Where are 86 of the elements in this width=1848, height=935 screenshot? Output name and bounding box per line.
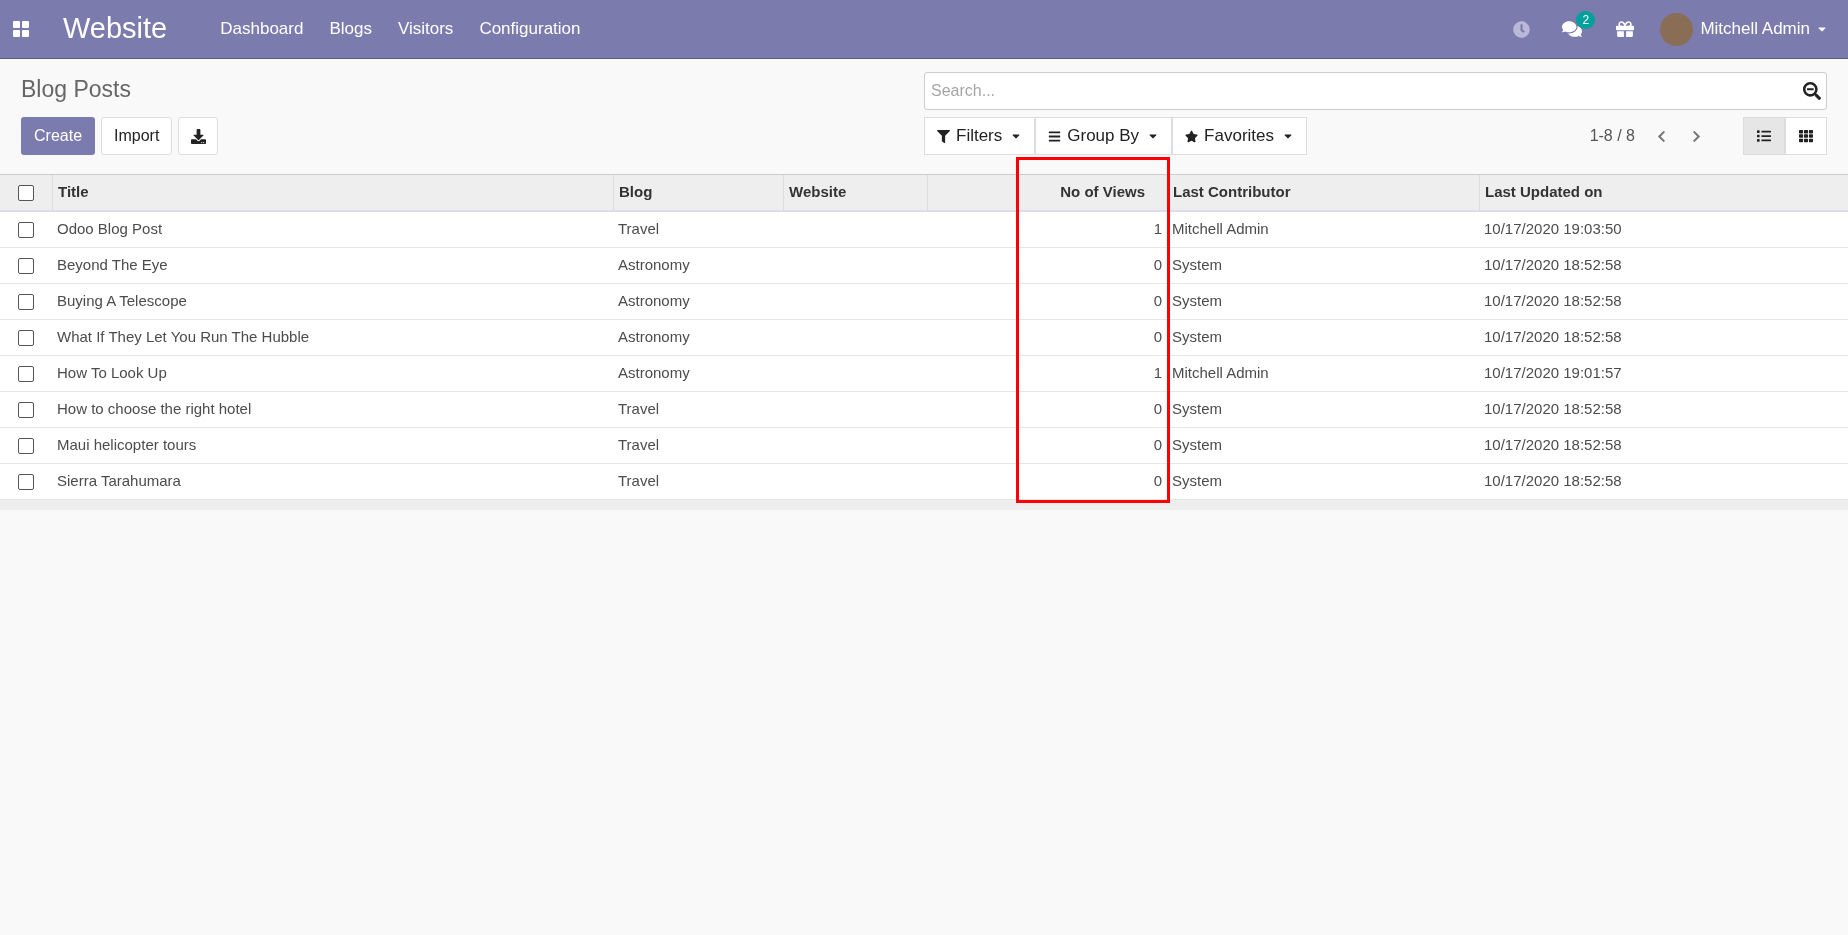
table-cell-text: 10/17/2020 19:03:50 <box>1484 219 1622 240</box>
menu-link[interactable]: Blogs <box>316 16 385 42</box>
table-cell-text: 1 <box>1153 363 1162 384</box>
table-cell-text: Buying A Telescope <box>57 291 187 312</box>
table-cell-text: Astronomy <box>618 291 690 312</box>
user-menu[interactable]: Mitchell Admin <box>1700 16 1828 42</box>
table-cell-text: 10/17/2020 18:52:58 <box>1484 255 1622 276</box>
filter-icon <box>937 129 950 143</box>
list-icon <box>1048 129 1062 143</box>
table-cell-text: Astronomy <box>618 327 690 348</box>
search-icon[interactable] <box>1803 82 1821 100</box>
table-cell-text: Mitchell Admin <box>1172 363 1269 384</box>
row-checkbox[interactable] <box>18 473 34 490</box>
table-cell-text: 1 <box>1153 219 1162 240</box>
table-cell-text: 0 <box>1153 255 1162 276</box>
table-cell-text: 10/17/2020 18:52:58 <box>1484 435 1622 456</box>
table-cell-text: Travel <box>618 399 660 420</box>
list-icon <box>1757 129 1771 143</box>
filter-dropdown[interactable]: Filters <box>924 117 1036 155</box>
previous-icon[interactable] <box>1655 129 1668 143</box>
table-cell-text: 0 <box>1153 327 1162 348</box>
pager-value: 1-8 / 8 <box>1589 126 1635 146</box>
grid-icon <box>1799 129 1813 143</box>
table-cell-text: How to choose the right hotel <box>57 399 252 420</box>
row-checkbox[interactable] <box>18 329 34 346</box>
table-cell-text: 0 <box>1153 399 1162 420</box>
column-header[interactable]: Title <box>58 181 89 204</box>
view-switch[interactable] <box>1743 117 1785 155</box>
select-all-checkbox[interactable] <box>18 184 34 201</box>
table-cell-text: 0 <box>1153 471 1162 492</box>
table-cell-text: Astronomy <box>618 363 690 384</box>
import-button[interactable]: Import <box>101 117 173 155</box>
table-cell-text: System <box>1172 399 1222 420</box>
chat-icon[interactable] <box>1562 19 1583 39</box>
star-icon <box>1185 129 1199 143</box>
gift-icon[interactable] <box>1616 20 1635 38</box>
avatar <box>1660 12 1694 46</box>
table-cell-text: System <box>1172 471 1222 492</box>
column-header[interactable]: Website <box>789 181 847 204</box>
page-title: Blog Posts <box>21 75 131 104</box>
table-cell-text: Travel <box>618 435 660 456</box>
menu-link[interactable]: Configuration <box>466 16 594 42</box>
table-cell-text: Sierra Tarahumara <box>57 471 181 492</box>
table-cell-text: Beyond The Eye <box>57 255 168 276</box>
table-cell-text: System <box>1172 435 1222 456</box>
column-header[interactable]: Blog <box>619 181 653 204</box>
table-cell-text: Mitchell Admin <box>1172 219 1269 240</box>
message-count-badge: 2 <box>1576 11 1596 29</box>
menu-link[interactable]: Dashboard <box>207 16 317 42</box>
download-button[interactable] <box>178 117 219 155</box>
table-cell-text: Maui helicopter tours <box>57 435 197 456</box>
table-cell-text: 10/17/2020 18:52:58 <box>1484 399 1622 420</box>
view-switch[interactable] <box>1785 117 1827 155</box>
row-checkbox[interactable] <box>18 437 34 454</box>
table-cell-text: What If They Let You Run The Hubble <box>57 327 310 348</box>
table-cell-text: 0 <box>1153 435 1162 456</box>
app-title[interactable]: Website <box>63 7 168 51</box>
table-cell-text: Travel <box>618 471 660 492</box>
column-header[interactable]: Last Contributor <box>1173 181 1291 204</box>
row-checkbox[interactable] <box>18 221 34 238</box>
menu-link[interactable]: Visitors <box>384 16 467 42</box>
table-cell-text: 10/17/2020 18:52:58 <box>1484 291 1622 312</box>
table-cell-text: Odoo Blog Post <box>57 219 163 240</box>
table-cell-text: 10/17/2020 19:01:57 <box>1484 363 1622 384</box>
row-checkbox[interactable] <box>18 401 34 418</box>
row-checkbox[interactable] <box>18 293 34 310</box>
filter-dropdown[interactable]: Favorites <box>1172 117 1307 155</box>
table-cell-text: System <box>1172 291 1222 312</box>
table-cell-text: 0 <box>1153 291 1162 312</box>
create-button[interactable]: Create <box>21 117 96 155</box>
table-cell-text: 10/17/2020 18:52:58 <box>1484 471 1622 492</box>
apps-menu-icon[interactable] <box>13 21 29 37</box>
row-checkbox[interactable] <box>18 257 34 274</box>
column-header[interactable]: Last Updated on <box>1485 181 1603 204</box>
filter-dropdown[interactable]: Group By <box>1035 117 1173 155</box>
table-cell-text: Travel <box>618 219 660 240</box>
download-icon <box>190 128 206 144</box>
column-header[interactable]: No of Views <box>1060 181 1145 204</box>
table-cell-text: System <box>1172 255 1222 276</box>
table-cell-text: System <box>1172 327 1222 348</box>
next-icon[interactable] <box>1690 129 1703 143</box>
table-cell-text: Astronomy <box>618 255 690 276</box>
table-cell-text: How To Look Up <box>57 363 167 384</box>
table-cell-text: 10/17/2020 18:52:58 <box>1484 327 1622 348</box>
row-checkbox[interactable] <box>18 365 34 382</box>
search-field[interactable]: Search... <box>924 72 1827 110</box>
